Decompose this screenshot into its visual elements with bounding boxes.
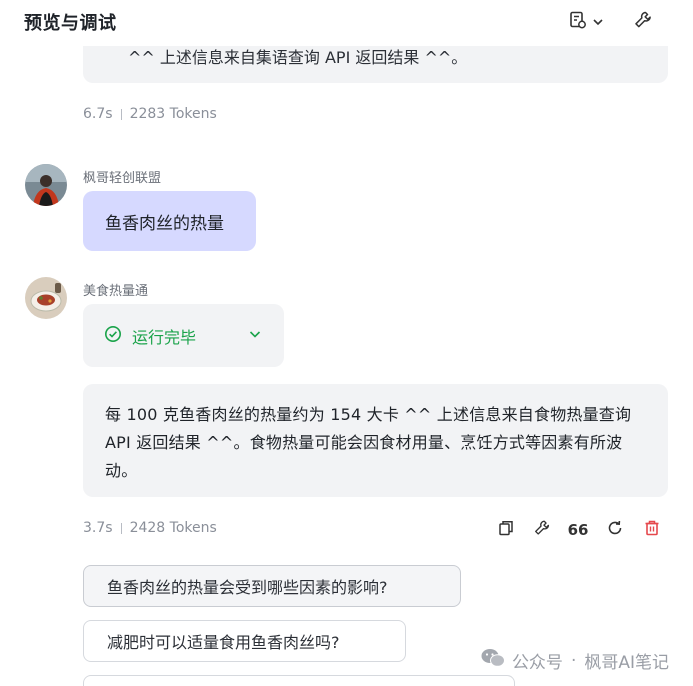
previous-bot-text: ^^ 上述信息来自集语查询 API 返回结果 ^^。 <box>128 48 468 67</box>
user-message-text: 鱼香肉丝的热量 <box>105 213 224 234</box>
previous-message-meta: 6.7s 2283 Tokens <box>83 106 217 122</box>
user-avatar <box>25 164 67 206</box>
meta-divider <box>120 522 122 534</box>
page-title: 预览与调试 <box>24 13 117 34</box>
suggestion-text: 鱼香肉丝的热量会受到哪些因素的影响? <box>107 578 388 597</box>
wrench-icon <box>633 10 653 34</box>
wechat-icon <box>480 647 506 674</box>
token-count: 2428 Tokens <box>129 520 217 536</box>
chevron-down-icon <box>592 13 604 32</box>
copy-icon <box>497 519 515 541</box>
quote-label: 66 <box>567 521 589 539</box>
refresh-icon <box>606 519 624 541</box>
document-settings-button[interactable] <box>564 8 608 36</box>
bot-avatar <box>25 277 67 319</box>
regenerate-button[interactable] <box>603 518 627 542</box>
suggestion-text: 减肥时可以适量食用鱼香肉丝吗? <box>107 633 340 652</box>
watermark-right-text: 枫哥AI笔记 <box>584 653 669 673</box>
suggested-question-2[interactable]: 减肥时可以适量食用鱼香肉丝吗? <box>83 620 406 662</box>
suggested-question-3[interactable] <box>83 675 515 686</box>
suggested-question-1[interactable]: 鱼香肉丝的热量会受到哪些因素的影响? <box>83 565 461 607</box>
bot-answer-text: 每 100 克鱼香肉丝的热量约为 154 大卡 ^^ 上述信息来自食物热量查询 … <box>105 405 632 480</box>
quote-button[interactable]: 66 <box>566 518 590 542</box>
user-name: 枫哥轻创联盟 <box>83 171 162 186</box>
response-time: 6.7s <box>83 106 113 122</box>
token-count: 2283 Tokens <box>129 106 217 122</box>
meta-divider <box>120 108 122 120</box>
panel-header: 预览与调试 <box>0 0 693 46</box>
check-circle-icon <box>104 325 122 347</box>
bot-message-meta: 3.7s 2428 Tokens <box>83 520 217 536</box>
response-time: 3.7s <box>83 520 113 536</box>
bot-name: 美食热量通 <box>83 284 149 299</box>
preview-debug-panel: ^^ 上述信息来自集语查询 API 返回结果 ^^。 预览与调试 6.7s 22… <box>0 0 693 686</box>
run-status-card[interactable]: 运行完毕 <box>83 304 284 367</box>
expand-chevron-icon[interactable] <box>248 326 262 345</box>
trash-icon <box>643 519 661 541</box>
watermark-dot: · <box>570 650 577 671</box>
watermark-left-text: 公众号 <box>511 653 563 673</box>
run-status-text: 运行完毕 <box>132 327 197 347</box>
copy-button[interactable] <box>494 518 518 542</box>
bot-answer-bubble: 每 100 克鱼香肉丝的热量约为 154 大卡 ^^ 上述信息来自食物热量查询 … <box>83 384 668 497</box>
debug-button[interactable] <box>530 518 554 542</box>
user-message-bubble: 鱼香肉丝的热量 <box>83 191 256 251</box>
watermark: 公众号 · 枫哥AI笔记 <box>480 647 669 674</box>
delete-button[interactable] <box>640 518 664 542</box>
document-settings-icon <box>568 10 588 34</box>
debug-tool-button[interactable] <box>630 8 656 36</box>
wrench-icon <box>533 519 551 541</box>
